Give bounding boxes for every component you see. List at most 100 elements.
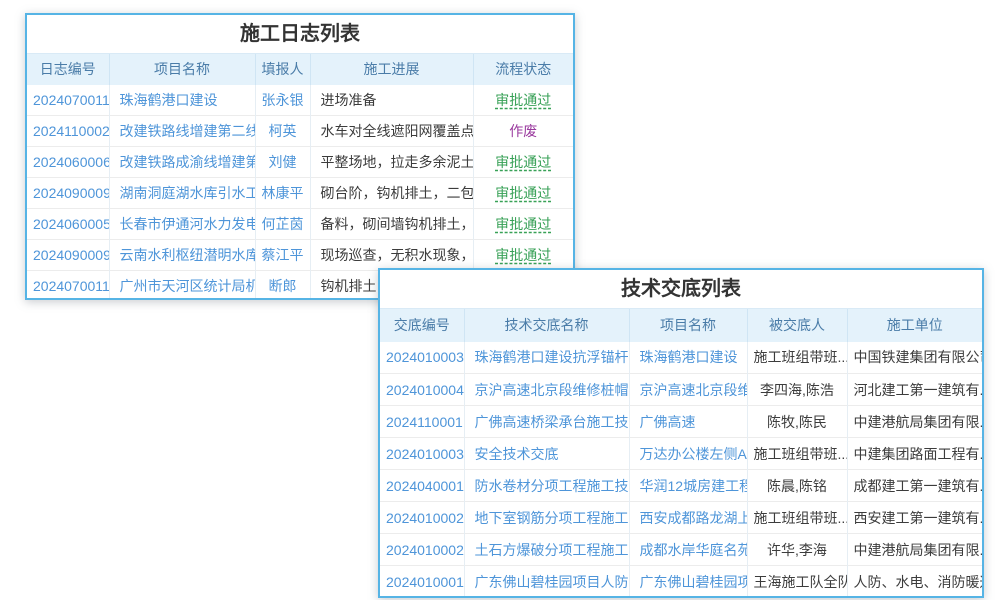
tech-project-link[interactable]: 华润12城房建工程... bbox=[640, 478, 748, 494]
log-project-link[interactable]: 长春市伊通河水力发电厂... bbox=[120, 216, 256, 232]
log-id-cell: 2024070011 bbox=[27, 85, 109, 116]
log-project-cell: 改建铁路成渝线增建第二... bbox=[109, 147, 255, 178]
log-reporter-link[interactable]: 张永银 bbox=[262, 92, 304, 108]
log-project-link[interactable]: 珠海鹤港口建设 bbox=[120, 92, 218, 108]
tech-project-cell: 万达办公楼左侧A... bbox=[629, 438, 747, 470]
log-reporter-link[interactable]: 林康平 bbox=[262, 185, 304, 201]
status-badge[interactable]: 作废 bbox=[509, 121, 537, 141]
log-progress-cell: 平整场地，拉走多余泥土15... bbox=[310, 147, 473, 178]
tech-name-link[interactable]: 广东佛山碧桂园项目人防... bbox=[475, 574, 630, 590]
log-project-link[interactable]: 云南水利枢纽潜明水库一... bbox=[120, 247, 256, 263]
tech-unit-cell: 中国铁建集团有限公司 bbox=[847, 342, 982, 374]
table-row: 2024010004 京沪高速北京段维修桩帽... 京沪高速北京段维修 李四海,… bbox=[380, 374, 982, 406]
log-id-link[interactable]: 2024060006 bbox=[33, 154, 109, 170]
table-row: 2024060005 长春市伊通河水力发电厂... 何芷茵 备料，砌间墙钩机排土… bbox=[27, 209, 573, 240]
tech-name-link[interactable]: 珠海鹤港口建设抗浮锚杆... bbox=[475, 349, 630, 365]
log-status-cell: 审批通过 bbox=[473, 147, 573, 178]
tech-col-unit: 施工单位 bbox=[847, 309, 982, 342]
log-id-link[interactable]: 2024070011 bbox=[33, 92, 109, 108]
log-col-reporter: 填报人 bbox=[255, 54, 310, 85]
table-row: 2024090009 云南水利枢纽潜明水库一... 蔡江平 现场巡查，无积水现象… bbox=[27, 240, 573, 271]
log-reporter-link[interactable]: 柯英 bbox=[269, 123, 297, 139]
status-badge[interactable]: 审批通过 bbox=[495, 245, 551, 265]
tech-name-link[interactable]: 地下室钢筋分项工程施工... bbox=[475, 510, 630, 526]
tech-id-link[interactable]: 2024040001 bbox=[386, 478, 464, 494]
tech-id-link[interactable]: 2024110001 bbox=[386, 414, 463, 430]
table-row: 2024010001 广东佛山碧桂园项目人防... 广东佛山碧桂园项目 王海施工… bbox=[380, 566, 982, 598]
tech-id-link[interactable]: 2024010002 bbox=[386, 510, 464, 526]
tech-name-cell: 安全技术交底 bbox=[464, 438, 629, 470]
tech-id-cell: 2024040001 bbox=[380, 470, 464, 502]
tech-project-link[interactable]: 珠海鹤港口建设 bbox=[640, 349, 738, 365]
tech-id-link[interactable]: 2024010004 bbox=[386, 382, 464, 398]
tech-name-link[interactable]: 京沪高速北京段维修桩帽... bbox=[475, 382, 630, 398]
log-id-link[interactable]: 2024090009 bbox=[33, 185, 109, 201]
tech-name-link[interactable]: 安全技术交底 bbox=[475, 446, 559, 462]
table-row: 2024010002 地下室钢筋分项工程施工... 西安成都路龙湖上... 施工… bbox=[380, 502, 982, 534]
tech-unit-cell: 中建港航局集团有限... bbox=[847, 534, 982, 566]
log-reporter-link[interactable]: 断郎 bbox=[269, 278, 297, 294]
tech-id-cell: 2024010002 bbox=[380, 502, 464, 534]
tech-project-link[interactable]: 京沪高速北京段维修 bbox=[640, 382, 748, 398]
tech-id-link[interactable]: 2024010003 bbox=[386, 446, 464, 462]
tech-name-link[interactable]: 防水卷材分项工程施工技... bbox=[475, 478, 630, 494]
log-project-cell: 改建铁路线增建第二线直... bbox=[109, 116, 255, 147]
table-row: 2024060006 改建铁路成渝线增建第二... 刘健 平整场地，拉走多余泥土… bbox=[27, 147, 573, 178]
tech-project-link[interactable]: 广佛高速 bbox=[640, 414, 696, 430]
tech-id-link[interactable]: 2024010002 bbox=[386, 542, 464, 558]
tech-name-link[interactable]: 广佛高速桥梁承台施工技... bbox=[475, 414, 630, 430]
log-project-link[interactable]: 湖南洞庭湖水库引水工程... bbox=[120, 185, 256, 201]
log-project-link[interactable]: 改建铁路成渝线增建第二... bbox=[120, 154, 256, 170]
tech-recipient-cell: 施工班组带班... bbox=[747, 342, 847, 374]
log-id-cell: 2024070011 bbox=[27, 271, 109, 301]
log-project-link[interactable]: 广州市天河区统计局机房... bbox=[120, 278, 256, 294]
log-id-link[interactable]: 2024110002 bbox=[33, 123, 109, 139]
log-reporter-link[interactable]: 何芷茵 bbox=[262, 216, 304, 232]
table-row: 2024040001 防水卷材分项工程施工技... 华润12城房建工程... 陈… bbox=[380, 470, 982, 502]
tech-project-link[interactable]: 广东佛山碧桂园项目 bbox=[640, 574, 748, 590]
log-reporter-cell: 柯英 bbox=[255, 116, 310, 147]
log-status-cell: 审批通过 bbox=[473, 178, 573, 209]
tech-col-name: 技术交底名称 bbox=[464, 309, 629, 342]
tech-project-link[interactable]: 万达办公楼左侧A... bbox=[640, 446, 748, 462]
log-id-link[interactable]: 2024070011 bbox=[33, 278, 109, 294]
log-id-link[interactable]: 2024090009 bbox=[33, 247, 109, 263]
log-col-status: 流程状态 bbox=[473, 54, 573, 85]
log-reporter-link[interactable]: 蔡江平 bbox=[262, 247, 304, 263]
tech-name-cell: 珠海鹤港口建设抗浮锚杆... bbox=[464, 342, 629, 374]
tech-name-link[interactable]: 土石方爆破分项工程施工... bbox=[475, 542, 630, 558]
status-badge[interactable]: 审批通过 bbox=[495, 152, 551, 172]
tech-id-cell: 2024010003 bbox=[380, 438, 464, 470]
log-progress-cell: 进场准备 bbox=[310, 85, 473, 116]
status-badge[interactable]: 审批通过 bbox=[495, 214, 551, 234]
tech-unit-cell: 西安建工第一建筑有... bbox=[847, 502, 982, 534]
log-project-cell: 珠海鹤港口建设 bbox=[109, 85, 255, 116]
tech-id-link[interactable]: 2024010001 bbox=[386, 574, 464, 590]
log-id-link[interactable]: 2024060005 bbox=[33, 216, 109, 232]
tech-unit-cell: 中建港航局集团有限... bbox=[847, 406, 982, 438]
tech-name-cell: 广东佛山碧桂园项目人防... bbox=[464, 566, 629, 598]
log-id-cell: 2024060005 bbox=[27, 209, 109, 240]
tech-name-cell: 广佛高速桥梁承台施工技... bbox=[464, 406, 629, 438]
tech-project-link[interactable]: 西安成都路龙湖上... bbox=[640, 510, 748, 526]
log-header-row: 日志编号 项目名称 填报人 施工进展 流程状态 bbox=[27, 54, 573, 85]
tech-id-cell: 2024010003 bbox=[380, 342, 464, 374]
tech-project-link[interactable]: 成都水岸华庭名苑... bbox=[640, 542, 748, 558]
tech-name-cell: 京沪高速北京段维修桩帽... bbox=[464, 374, 629, 406]
log-project-link[interactable]: 改建铁路线增建第二线直... bbox=[120, 123, 256, 139]
log-id-cell: 2024110002 bbox=[27, 116, 109, 147]
table-row: 2024110002 改建铁路线增建第二线直... 柯英 水车对全线遮阳网覆盖点… bbox=[27, 116, 573, 147]
status-badge[interactable]: 审批通过 bbox=[495, 90, 551, 110]
tech-recipient-cell: 施工班组带班... bbox=[747, 502, 847, 534]
tech-id-cell: 2024010001 bbox=[380, 566, 464, 598]
log-id-cell: 2024090009 bbox=[27, 178, 109, 209]
tech-id-link[interactable]: 2024010003 bbox=[386, 349, 464, 365]
log-reporter-link[interactable]: 刘健 bbox=[269, 154, 297, 170]
log-status-cell: 审批通过 bbox=[473, 85, 573, 116]
tech-recipient-cell: 施工班组带班... bbox=[747, 438, 847, 470]
tech-unit-cell: 人防、水电、消防暖通 bbox=[847, 566, 982, 598]
log-status-cell: 审批通过 bbox=[473, 240, 573, 271]
tech-recipient-cell: 陈牧,陈民 bbox=[747, 406, 847, 438]
status-badge[interactable]: 审批通过 bbox=[495, 183, 551, 203]
tech-name-cell: 地下室钢筋分项工程施工... bbox=[464, 502, 629, 534]
